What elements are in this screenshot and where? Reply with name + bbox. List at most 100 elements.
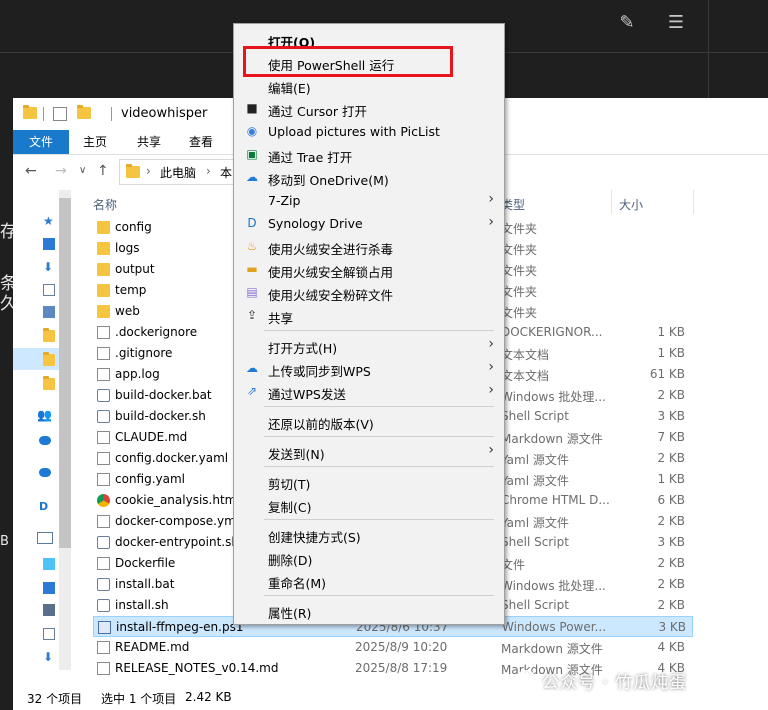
background-text: B [0,534,9,549]
users-icon[interactable]: 👥 [37,408,55,422]
folder-icon[interactable] [43,352,55,366]
submenu-arrow-icon: › [488,442,494,458]
quick-access-star-icon[interactable]: ★ [43,214,55,228]
recent-chevron-icon[interactable]: ∨ [79,165,86,176]
menu-item[interactable]: D Synology Drive › [234,212,504,235]
menu-item[interactable]: 7-Zip › [234,189,504,212]
file-name: build-docker.sh [115,409,206,423]
synology-icon[interactable]: D [39,500,51,513]
file-name: install-ffmpeg-en.ps1 [116,620,244,634]
menu-item[interactable]: ▬ 使用火绒安全解锁占用 [234,258,504,281]
folder-icon[interactable] [43,376,55,390]
gear-file-icon [97,536,110,549]
highlight-annotation-box [243,46,453,77]
menu-item[interactable]: 复制(C) [234,493,504,516]
forward-arrow-icon[interactable]: → [55,163,67,179]
pencil-icon[interactable]: ✎ [616,12,638,34]
downloads-icon[interactable]: ⬇ [43,650,55,664]
file-type: Chrome HTML D... [501,493,610,507]
file-size: 3 KB [657,409,685,423]
file-icon [97,347,110,360]
menu-item[interactable]: 创建快捷方式(S) [234,523,504,546]
menu-item[interactable]: ☁ 上传或同步到WPS › [234,357,504,380]
menu-item[interactable]: 还原以前的版本(V) [234,410,504,433]
menu-item[interactable]: 删除(D) [234,546,504,569]
desktop-icon[interactable] [43,582,55,594]
column-size[interactable]: 大小 [619,196,643,213]
file-size: 2 KB [657,598,685,612]
selected-count: 选中 1 个项目 [101,692,177,706]
desktop-icon[interactable] [43,238,55,250]
3d-objects-icon[interactable] [43,558,55,570]
documents-icon[interactable] [43,284,55,296]
new-folder-icon[interactable] [77,105,91,119]
this-pc-icon[interactable] [37,532,53,544]
breadcrumb-separator-icon: › [146,164,151,178]
breadcrumb-next[interactable]: 本 [220,164,232,181]
tab-view[interactable]: 查看 [181,130,221,154]
item-count: 32 个项目 [27,692,83,706]
menu-item[interactable]: ♨ 使用火绒安全进行杀毒 [234,235,504,258]
properties-icon[interactable] [53,107,67,121]
menu-item[interactable]: ▤ 使用火绒安全粉碎文件 [234,281,504,304]
menu-item-label: 打开方式(H) [268,341,338,356]
folder-icon [97,305,110,318]
menu-item[interactable]: ⇪ 共享 [234,304,504,327]
file-size: 2 KB [657,388,685,402]
onedrive-icon[interactable] [39,468,51,477]
menu-separator [264,595,494,596]
piclist-icon: ◉ [246,124,258,138]
breadcrumb-this-pc[interactable]: 此电脑 [160,164,196,181]
file-name: Dockerfile [115,556,176,570]
file-icon [97,326,110,339]
videos-icon[interactable] [43,604,55,616]
menu-item-label: 发送到(N) [268,447,325,462]
nav-scrollbar-thumb[interactable] [59,198,71,548]
huorong-icon: ♨ [246,239,258,253]
column-name[interactable]: 名称 [93,196,117,213]
menu-item[interactable]: 剪切(T) [234,470,504,493]
gear-file-icon [97,410,110,423]
menu-item[interactable]: 打开方式(H) › [234,334,504,357]
menu-item[interactable]: ☁ 移动到 OneDrive(M) [234,166,504,189]
unlock-icon: ▬ [246,262,258,276]
menu-item[interactable]: 属性(R) [234,599,504,622]
file-size: 4 KB [657,640,685,654]
menu-item[interactable]: ▣ 通过 Trae 打开 [234,143,504,166]
menu-item[interactable]: ◉ Upload pictures with PicList [234,120,504,143]
documents-icon[interactable] [43,628,55,640]
tab-home[interactable]: 主页 [75,130,115,154]
menu-item-label: 编辑(E) [268,81,311,96]
menu-item[interactable]: ⇗ 通过WPS发送 › [234,380,504,403]
tab-file[interactable]: 文件 [13,130,69,154]
list-icon[interactable]: ☰ [665,12,687,34]
tab-share[interactable]: 共享 [129,130,169,154]
file-name: install.bat [115,577,175,591]
file-size: 61 KB [649,367,685,381]
file-row[interactable]: README.md 2025/8/9 10:20 Markdown 源文件 4 KB [73,637,693,658]
file-icon [97,368,110,381]
file-name: logs [115,241,140,255]
menu-item[interactable]: 编辑(E) [234,74,504,97]
menu-item[interactable]: ■ 通过 Cursor 打开 [234,97,504,120]
submenu-arrow-icon: › [488,382,494,398]
pictures-icon[interactable] [43,306,55,318]
folder-icon[interactable] [43,328,55,342]
menu-item-label: 使用火绒安全粉碎文件 [268,288,394,303]
menu-item-label: 7-Zip [268,193,301,208]
file-type: Yaml 源文件 [501,516,569,530]
back-arrow-icon[interactable]: ← [25,163,37,179]
menu-item[interactable]: 重命名(M) [234,569,504,592]
up-arrow-icon[interactable]: ↑ [97,163,109,179]
downloads-icon[interactable]: ⬇ [43,260,55,274]
folder-icon [97,242,110,255]
address-box[interactable]: › 此电脑 › 本 [119,159,251,185]
file-type: Shell Script [501,598,569,612]
menu-item-label: 移动到 OneDrive(M) [268,173,389,188]
share-icon: ⇪ [246,308,258,322]
file-type: Markdown 源文件 [501,432,603,446]
file-icon [97,557,110,570]
onedrive-icon[interactable] [39,436,51,445]
menu-item[interactable]: 发送到(N) › [234,440,504,463]
menu-item-label: 还原以前的版本(V) [268,417,374,432]
